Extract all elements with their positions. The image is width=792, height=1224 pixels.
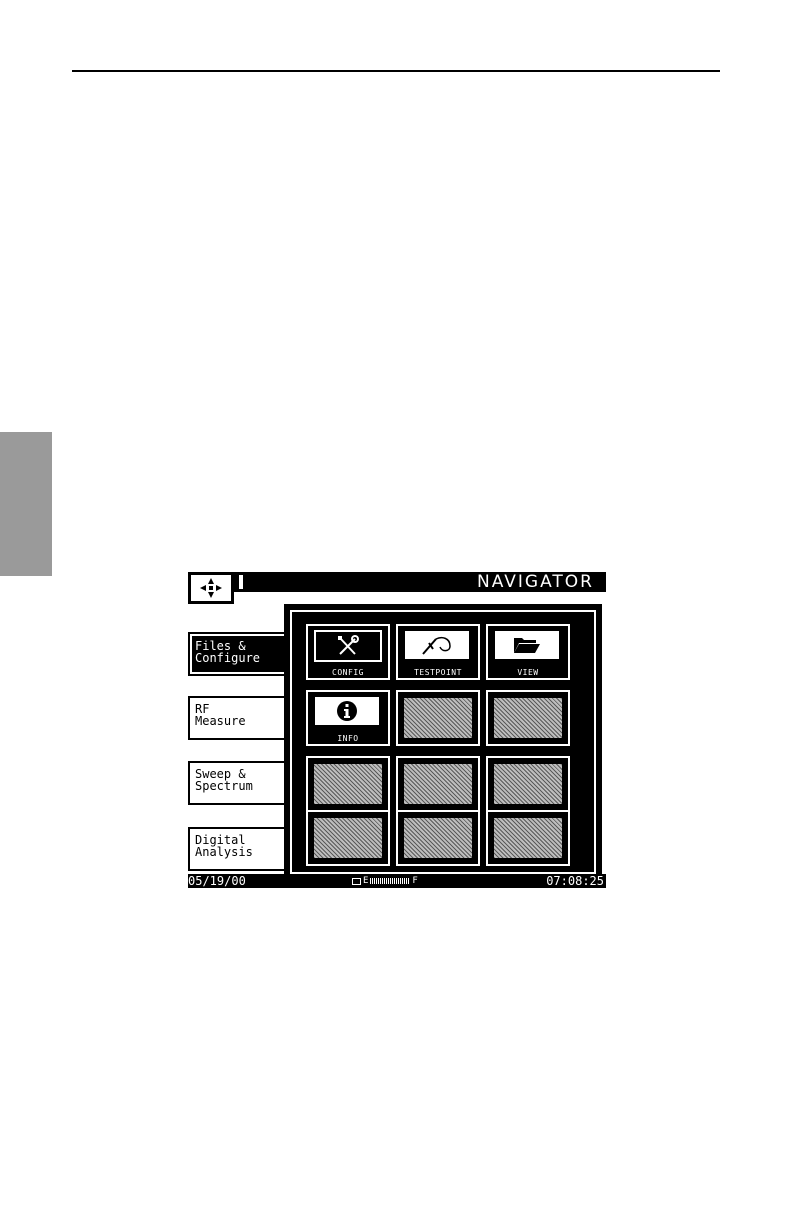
view-tile[interactable]: VIEW [486, 624, 570, 680]
function-panel: CONFIG TESTPOINT VIEW INFO [284, 604, 602, 880]
config-tile[interactable]: CONFIG [306, 624, 390, 680]
battery-level-bar [370, 878, 411, 884]
status-bar: 05/19/00 E F 07:08:25 [188, 874, 606, 888]
battery-indicator: E F [352, 874, 418, 888]
directional-arrows-icon [200, 578, 222, 598]
tile-label: VIEW [517, 668, 539, 677]
title-bar: NAVIGATOR [188, 572, 606, 592]
battery-empty-label: E [363, 876, 369, 886]
empty-tile [396, 810, 480, 866]
navigator-button[interactable] [188, 572, 234, 604]
chapter-side-tab [0, 432, 52, 576]
tab-rf-measure[interactable]: RF Measure [188, 696, 284, 740]
page-header-rule [72, 70, 720, 72]
empty-tile [306, 756, 390, 812]
status-time: 07:08:25 [546, 874, 604, 888]
title-separator [238, 574, 244, 590]
tile-label: TESTPOINT [414, 668, 462, 677]
status-date: 05/19/00 [188, 874, 246, 888]
empty-tile [396, 756, 480, 812]
navigator-screen: NAVIGATOR Files & Configure RF Measure S… [188, 572, 606, 888]
tab-label-line2: Analysis [195, 845, 253, 859]
tile-label: CONFIG [332, 668, 364, 677]
empty-tile [486, 756, 570, 812]
empty-tile [486, 690, 570, 746]
empty-tile [396, 690, 480, 746]
battery-icon [352, 877, 361, 885]
testpoint-tile[interactable]: TESTPOINT [396, 624, 480, 680]
tab-label-line2: Measure [195, 714, 246, 728]
open-folder-icon [514, 638, 540, 653]
probe-icon [422, 636, 451, 655]
tile-label: INFO [337, 734, 359, 743]
tab-label-line2: Spectrum [195, 779, 253, 793]
tab-sweep-spectrum[interactable]: Sweep & Spectrum [188, 761, 284, 805]
empty-tile [306, 810, 390, 866]
battery-full-label: F [412, 876, 418, 886]
wrench-screwdriver-icon [338, 635, 359, 655]
window-title: NAVIGATOR [477, 572, 594, 592]
info-icon [337, 701, 357, 721]
tab-files-configure[interactable]: Files & Configure [188, 632, 284, 676]
info-tile[interactable]: INFO [306, 690, 390, 746]
empty-tile [486, 810, 570, 866]
tab-digital-analysis[interactable]: Digital Analysis [188, 827, 284, 871]
tab-label-line2: Configure [195, 651, 261, 665]
